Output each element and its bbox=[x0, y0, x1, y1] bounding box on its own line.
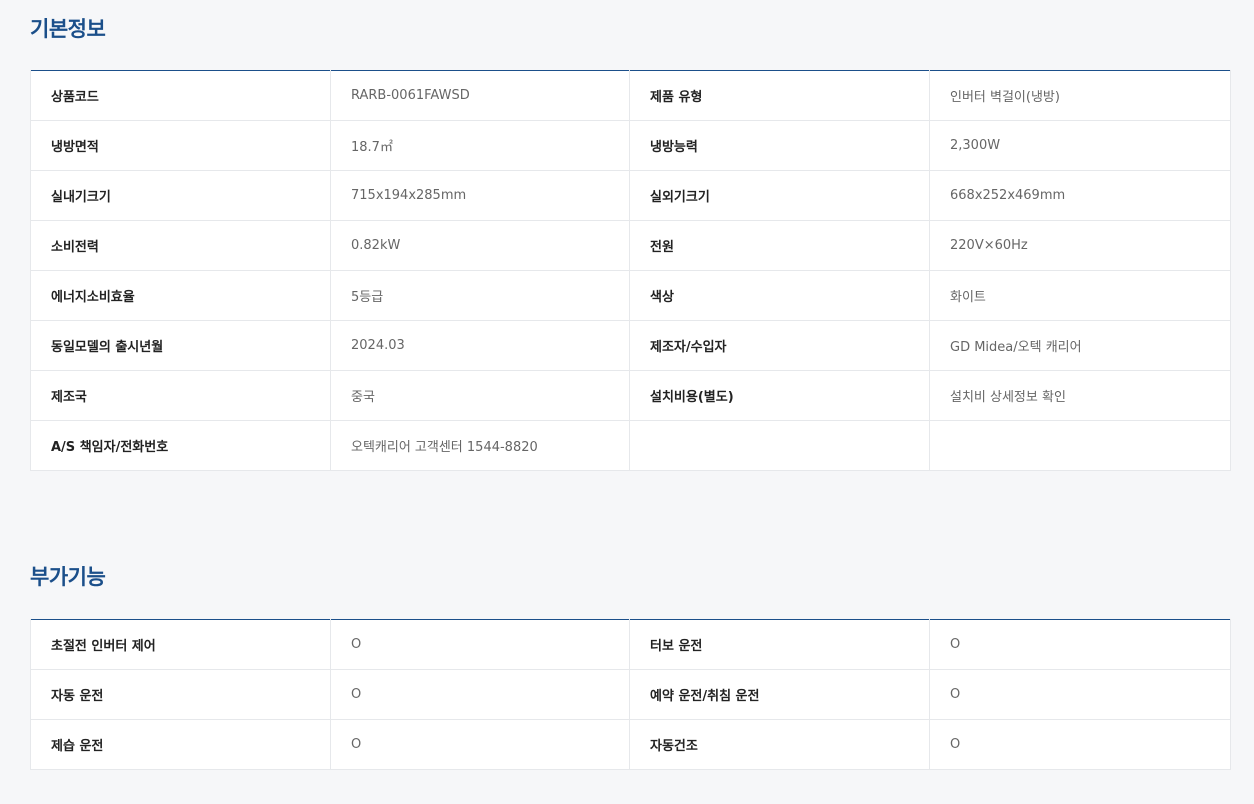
spec-value: 18.7㎡ bbox=[330, 120, 630, 171]
spec-value: O bbox=[330, 719, 630, 770]
spec-label: 자동건조 bbox=[629, 719, 930, 770]
table-row: 제습 운전 O 자동건조 O bbox=[30, 719, 1231, 770]
section-title: 기본정보 bbox=[30, 17, 106, 41]
spec-label: 예약 운전/취침 운전 bbox=[629, 669, 930, 720]
spec-label: A/S 책임자/전화번호 bbox=[30, 420, 331, 471]
table-row: A/S 책임자/전화번호 오텍캐리어 고객센터 1544-8820 bbox=[30, 420, 1231, 471]
spec-label: 제조자/수입자 bbox=[629, 320, 930, 371]
table-row: 제조국 중국 설치비용(별도) 설치비 상세정보 확인 bbox=[30, 370, 1231, 421]
basic-info-section: 기본정보 상품코드 RARB-0061FAWSD 제품 유형 인버터 벽걸이(냉… bbox=[30, 15, 1231, 471]
spec-value: 중국 bbox=[330, 370, 630, 421]
spec-value: RARB-0061FAWSD bbox=[330, 70, 630, 121]
spec-label: 동일모델의 출시년월 bbox=[30, 320, 331, 371]
table-row: 에너지소비효율 5등급 색상 화이트 bbox=[30, 270, 1231, 321]
table-row: 동일모델의 출시년월 2024.03 제조자/수입자 GD Midea/오텍 캐… bbox=[30, 320, 1231, 371]
spec-label: 터보 운전 bbox=[629, 619, 930, 670]
table-row: 초절전 인버터 제어 O 터보 운전 O bbox=[30, 619, 1231, 670]
extra-features-section: 부가기능 초절전 인버터 제어 O 터보 운전 O 자동 운전 O 예약 운전/… bbox=[30, 563, 1231, 770]
spec-label: 색상 bbox=[629, 270, 930, 321]
table-row: 실내기크기 715x194x285mm 실외기크기 668x252x469mm bbox=[30, 170, 1231, 221]
install-cost-info: 설치비 상세정보 확인 bbox=[929, 370, 1231, 421]
spec-label: 초절전 인버터 제어 bbox=[30, 619, 331, 670]
spec-label: 소비전력 bbox=[30, 220, 331, 271]
spec-label: 자동 운전 bbox=[30, 669, 331, 720]
spec-label: 실내기크기 bbox=[30, 170, 331, 221]
spec-value: O bbox=[330, 619, 630, 670]
spec-value: GD Midea/오텍 캐리어 bbox=[929, 320, 1231, 371]
spec-label: 전원 bbox=[629, 220, 930, 271]
spec-label: 상품코드 bbox=[30, 70, 331, 121]
spec-label: 냉방면적 bbox=[30, 120, 331, 171]
spec-label: 제품 유형 bbox=[629, 70, 930, 121]
spec-label: 냉방능력 bbox=[629, 120, 930, 171]
table-row: 상품코드 RARB-0061FAWSD 제품 유형 인버터 벽걸이(냉방) bbox=[30, 70, 1231, 121]
spec-value: O bbox=[929, 669, 1231, 720]
spec-value: 2024.03 bbox=[330, 320, 630, 371]
spec-value: 5등급 bbox=[330, 270, 630, 321]
spec-value: O bbox=[929, 719, 1231, 770]
spec-value: 화이트 bbox=[929, 270, 1231, 321]
spec-value: 2,300W bbox=[929, 120, 1231, 171]
section-title: 부가기능 bbox=[30, 565, 106, 589]
spec-value: O bbox=[929, 619, 1231, 670]
spec-label: 제조국 bbox=[30, 370, 331, 421]
spec-value: 인버터 벽걸이(냉방) bbox=[929, 70, 1231, 121]
basic-info-table: 상품코드 RARB-0061FAWSD 제품 유형 인버터 벽걸이(냉방) 냉방… bbox=[30, 70, 1231, 471]
table-row: 자동 운전 O 예약 운전/취침 운전 O bbox=[30, 669, 1231, 720]
spec-value bbox=[929, 420, 1231, 471]
spec-value: 715x194x285mm bbox=[330, 170, 630, 221]
spec-value: 220V×60Hz bbox=[929, 220, 1231, 271]
spec-value: 0.82kW bbox=[330, 220, 630, 271]
spec-label: 제습 운전 bbox=[30, 719, 331, 770]
spec-value: 668x252x469mm bbox=[929, 170, 1231, 221]
spec-label bbox=[629, 420, 930, 471]
table-row: 소비전력 0.82kW 전원 220V×60Hz bbox=[30, 220, 1231, 271]
spec-value: O bbox=[330, 669, 630, 720]
spec-label: 에너지소비효율 bbox=[30, 270, 331, 321]
spec-value: 오텍캐리어 고객센터 1544-8820 bbox=[330, 420, 630, 471]
spec-label: 설치비용(별도) bbox=[629, 370, 930, 421]
spec-label: 실외기크기 bbox=[629, 170, 930, 221]
table-row: 냉방면적 18.7㎡ 냉방능력 2,300W bbox=[30, 120, 1231, 171]
extra-features-table: 초절전 인버터 제어 O 터보 운전 O 자동 운전 O 예약 운전/취침 운전… bbox=[30, 619, 1231, 770]
